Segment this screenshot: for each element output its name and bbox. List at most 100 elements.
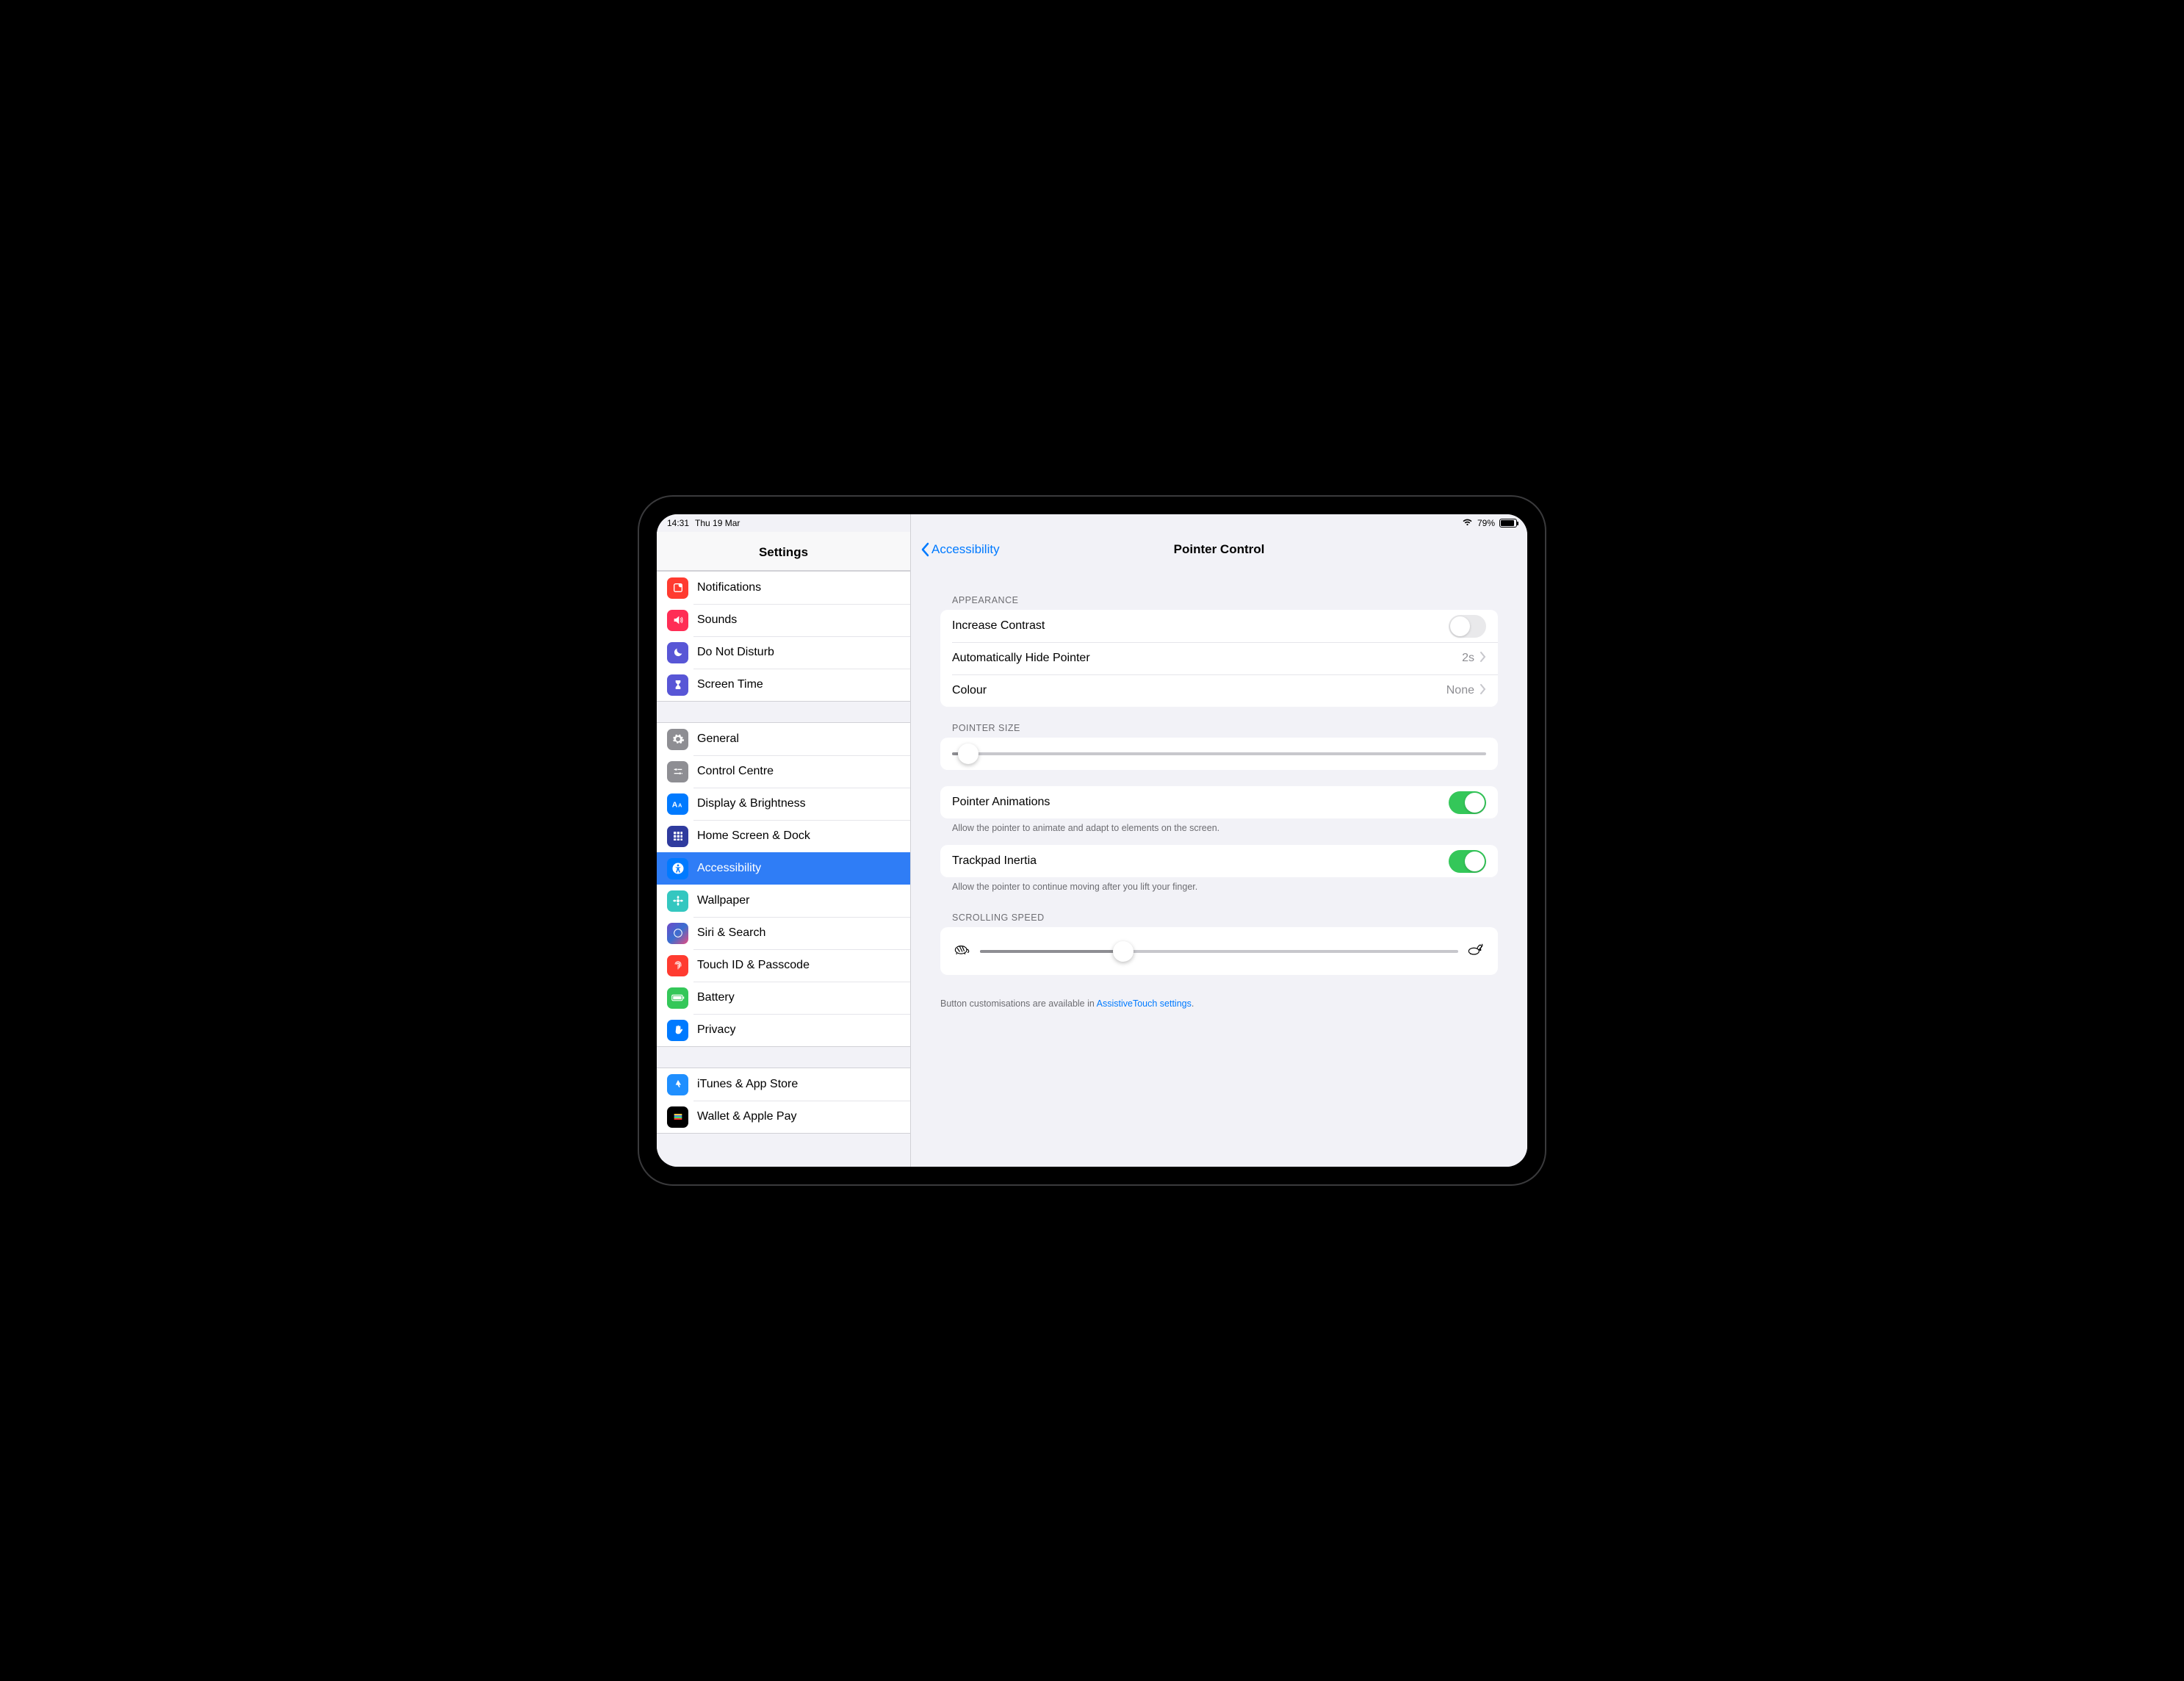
sidebar-item-label: Display & Brightness <box>697 797 806 810</box>
sidebar: Settings Notifications Sounds <box>657 514 911 1167</box>
chevron-right-icon <box>1480 652 1486 666</box>
apps-icon <box>667 826 688 847</box>
status-time: 14:31 <box>667 518 689 528</box>
row-auto-hide[interactable]: Automatically Hide Pointer 2s <box>940 642 1498 674</box>
sidebar-item-label: Touch ID & Passcode <box>697 959 810 972</box>
sidebar-item-battery[interactable]: Battery <box>657 982 910 1014</box>
text-size-icon: AA <box>667 793 688 815</box>
sidebar-item-accessibility[interactable]: Accessibility <box>657 852 910 885</box>
scrolling-speed-slider[interactable] <box>980 950 1458 953</box>
pointer-size-slider-card <box>940 738 1498 770</box>
gear-icon <box>667 729 688 750</box>
hourglass-icon <box>667 674 688 696</box>
accessibility-icon <box>667 858 688 879</box>
status-date: Thu 19 Mar <box>695 518 740 528</box>
colour-value: None <box>1446 684 1474 697</box>
sidebar-item-label: Notifications <box>697 581 761 594</box>
moon-icon <box>667 642 688 663</box>
scrolling-speed-slider-card <box>940 927 1498 975</box>
sidebar-item-label: Privacy <box>697 1023 735 1037</box>
sliders-icon <box>667 761 688 782</box>
sidebar-item-label: Sounds <box>697 613 737 627</box>
row-label: Pointer Animations <box>952 796 1050 809</box>
fingerprint-icon <box>667 955 688 976</box>
row-label: Colour <box>952 684 987 697</box>
flower-icon <box>667 890 688 912</box>
sidebar-item-label: Screen Time <box>697 678 763 691</box>
row-label: Increase Contrast <box>952 619 1045 633</box>
svg-text:A: A <box>678 802 682 809</box>
notification-icon <box>667 577 688 599</box>
sidebar-item-label: Home Screen & Dock <box>697 829 810 843</box>
row-increase-contrast[interactable]: Increase Contrast <box>940 610 1498 642</box>
sidebar-item-label: Accessibility <box>697 862 761 875</box>
back-label: Accessibility <box>931 542 1000 557</box>
trackpad-inertia-note: Allow the pointer to continue moving aft… <box>940 877 1498 896</box>
wallet-icon <box>667 1106 688 1128</box>
svg-text:A: A <box>671 801 677 810</box>
sidebar-item-control[interactable]: Control Centre <box>657 755 910 788</box>
pointer-animations-card: Pointer Animations <box>940 786 1498 818</box>
scrolling-speed-header: SCROLLING SPEED <box>940 896 1498 927</box>
sidebar-group-1: Notifications Sounds Do Not Disturb <box>657 571 910 702</box>
row-trackpad-inertia[interactable]: Trackpad Inertia <box>940 845 1498 877</box>
sidebar-item-dnd[interactable]: Do Not Disturb <box>657 636 910 669</box>
pointer-size-slider[interactable] <box>952 752 1486 755</box>
page-title: Pointer Control <box>1174 542 1265 557</box>
sidebar-item-label: Wallet & Apple Pay <box>697 1110 796 1123</box>
slider-thumb[interactable] <box>1113 941 1134 962</box>
toggle-pointer-animations[interactable] <box>1449 791 1486 814</box>
appearance-header: APPEARANCE <box>940 579 1498 610</box>
sidebar-item-label: Wallpaper <box>697 894 749 907</box>
toggle-trackpad-inertia[interactable] <box>1449 850 1486 873</box>
ipad-frame: 14:31 Thu 19 Mar 79% Settings Notificati… <box>638 495 1546 1186</box>
chevron-right-icon <box>1480 684 1486 698</box>
sidebar-item-home[interactable]: Home Screen & Dock <box>657 820 910 852</box>
sidebar-item-display[interactable]: AA Display & Brightness <box>657 788 910 820</box>
speaker-icon <box>667 610 688 631</box>
toggle-increase-contrast[interactable] <box>1449 615 1486 638</box>
status-bar: 14:31 Thu 19 Mar 79% <box>657 514 1527 532</box>
sidebar-item-privacy[interactable]: Privacy <box>657 1014 910 1046</box>
sidebar-item-itunes[interactable]: iTunes & App Store <box>657 1068 910 1101</box>
sidebar-item-label: Battery <box>697 991 735 1004</box>
sidebar-item-label: Do Not Disturb <box>697 646 774 659</box>
sidebar-title: Settings <box>657 532 910 571</box>
row-label: Automatically Hide Pointer <box>952 652 1090 665</box>
sidebar-group-2: General Control Centre AA Display & Brig… <box>657 722 910 1047</box>
sidebar-item-touchid[interactable]: Touch ID & Passcode <box>657 949 910 982</box>
row-colour[interactable]: Colour None <box>940 674 1498 707</box>
sidebar-item-wallpaper[interactable]: Wallpaper <box>657 885 910 917</box>
battery-icon <box>667 987 688 1009</box>
sidebar-group-3: iTunes & App Store Wallet & Apple Pay <box>657 1068 910 1134</box>
row-label: Trackpad Inertia <box>952 854 1037 868</box>
sidebar-item-label: Control Centre <box>697 765 774 778</box>
sidebar-item-sounds[interactable]: Sounds <box>657 604 910 636</box>
siri-icon <box>667 923 688 944</box>
assistivetouch-link[interactable]: AssistiveTouch settings <box>1097 998 1192 1009</box>
detail-header: Accessibility Pointer Control <box>911 532 1527 567</box>
sidebar-item-label: Siri & Search <box>697 926 765 940</box>
sidebar-item-label: General <box>697 732 739 746</box>
battery-pct: 79% <box>1477 518 1495 528</box>
appstore-icon <box>667 1074 688 1095</box>
hand-icon <box>667 1020 688 1041</box>
screen: 14:31 Thu 19 Mar 79% Settings Notificati… <box>657 514 1527 1167</box>
battery-icon <box>1499 519 1517 528</box>
turtle-icon <box>952 942 973 960</box>
trackpad-inertia-card: Trackpad Inertia <box>940 845 1498 877</box>
pointer-size-header: POINTER SIZE <box>940 707 1498 738</box>
sidebar-item-siri[interactable]: Siri & Search <box>657 917 910 949</box>
back-button[interactable]: Accessibility <box>920 542 1000 557</box>
row-pointer-animations[interactable]: Pointer Animations <box>940 786 1498 818</box>
sidebar-item-notifications[interactable]: Notifications <box>657 572 910 604</box>
pointer-animations-note: Allow the pointer to animate and adapt t… <box>940 818 1498 838</box>
button-customisations-note: Button customisations are available in A… <box>940 994 1498 1013</box>
slider-thumb[interactable] <box>958 744 979 764</box>
sidebar-item-general[interactable]: General <box>657 723 910 755</box>
sidebar-item-label: iTunes & App Store <box>697 1078 798 1091</box>
auto-hide-value: 2s <box>1462 652 1474 665</box>
sidebar-item-screentime[interactable]: Screen Time <box>657 669 910 701</box>
wifi-icon <box>1462 518 1473 529</box>
sidebar-item-wallet[interactable]: Wallet & Apple Pay <box>657 1101 910 1133</box>
